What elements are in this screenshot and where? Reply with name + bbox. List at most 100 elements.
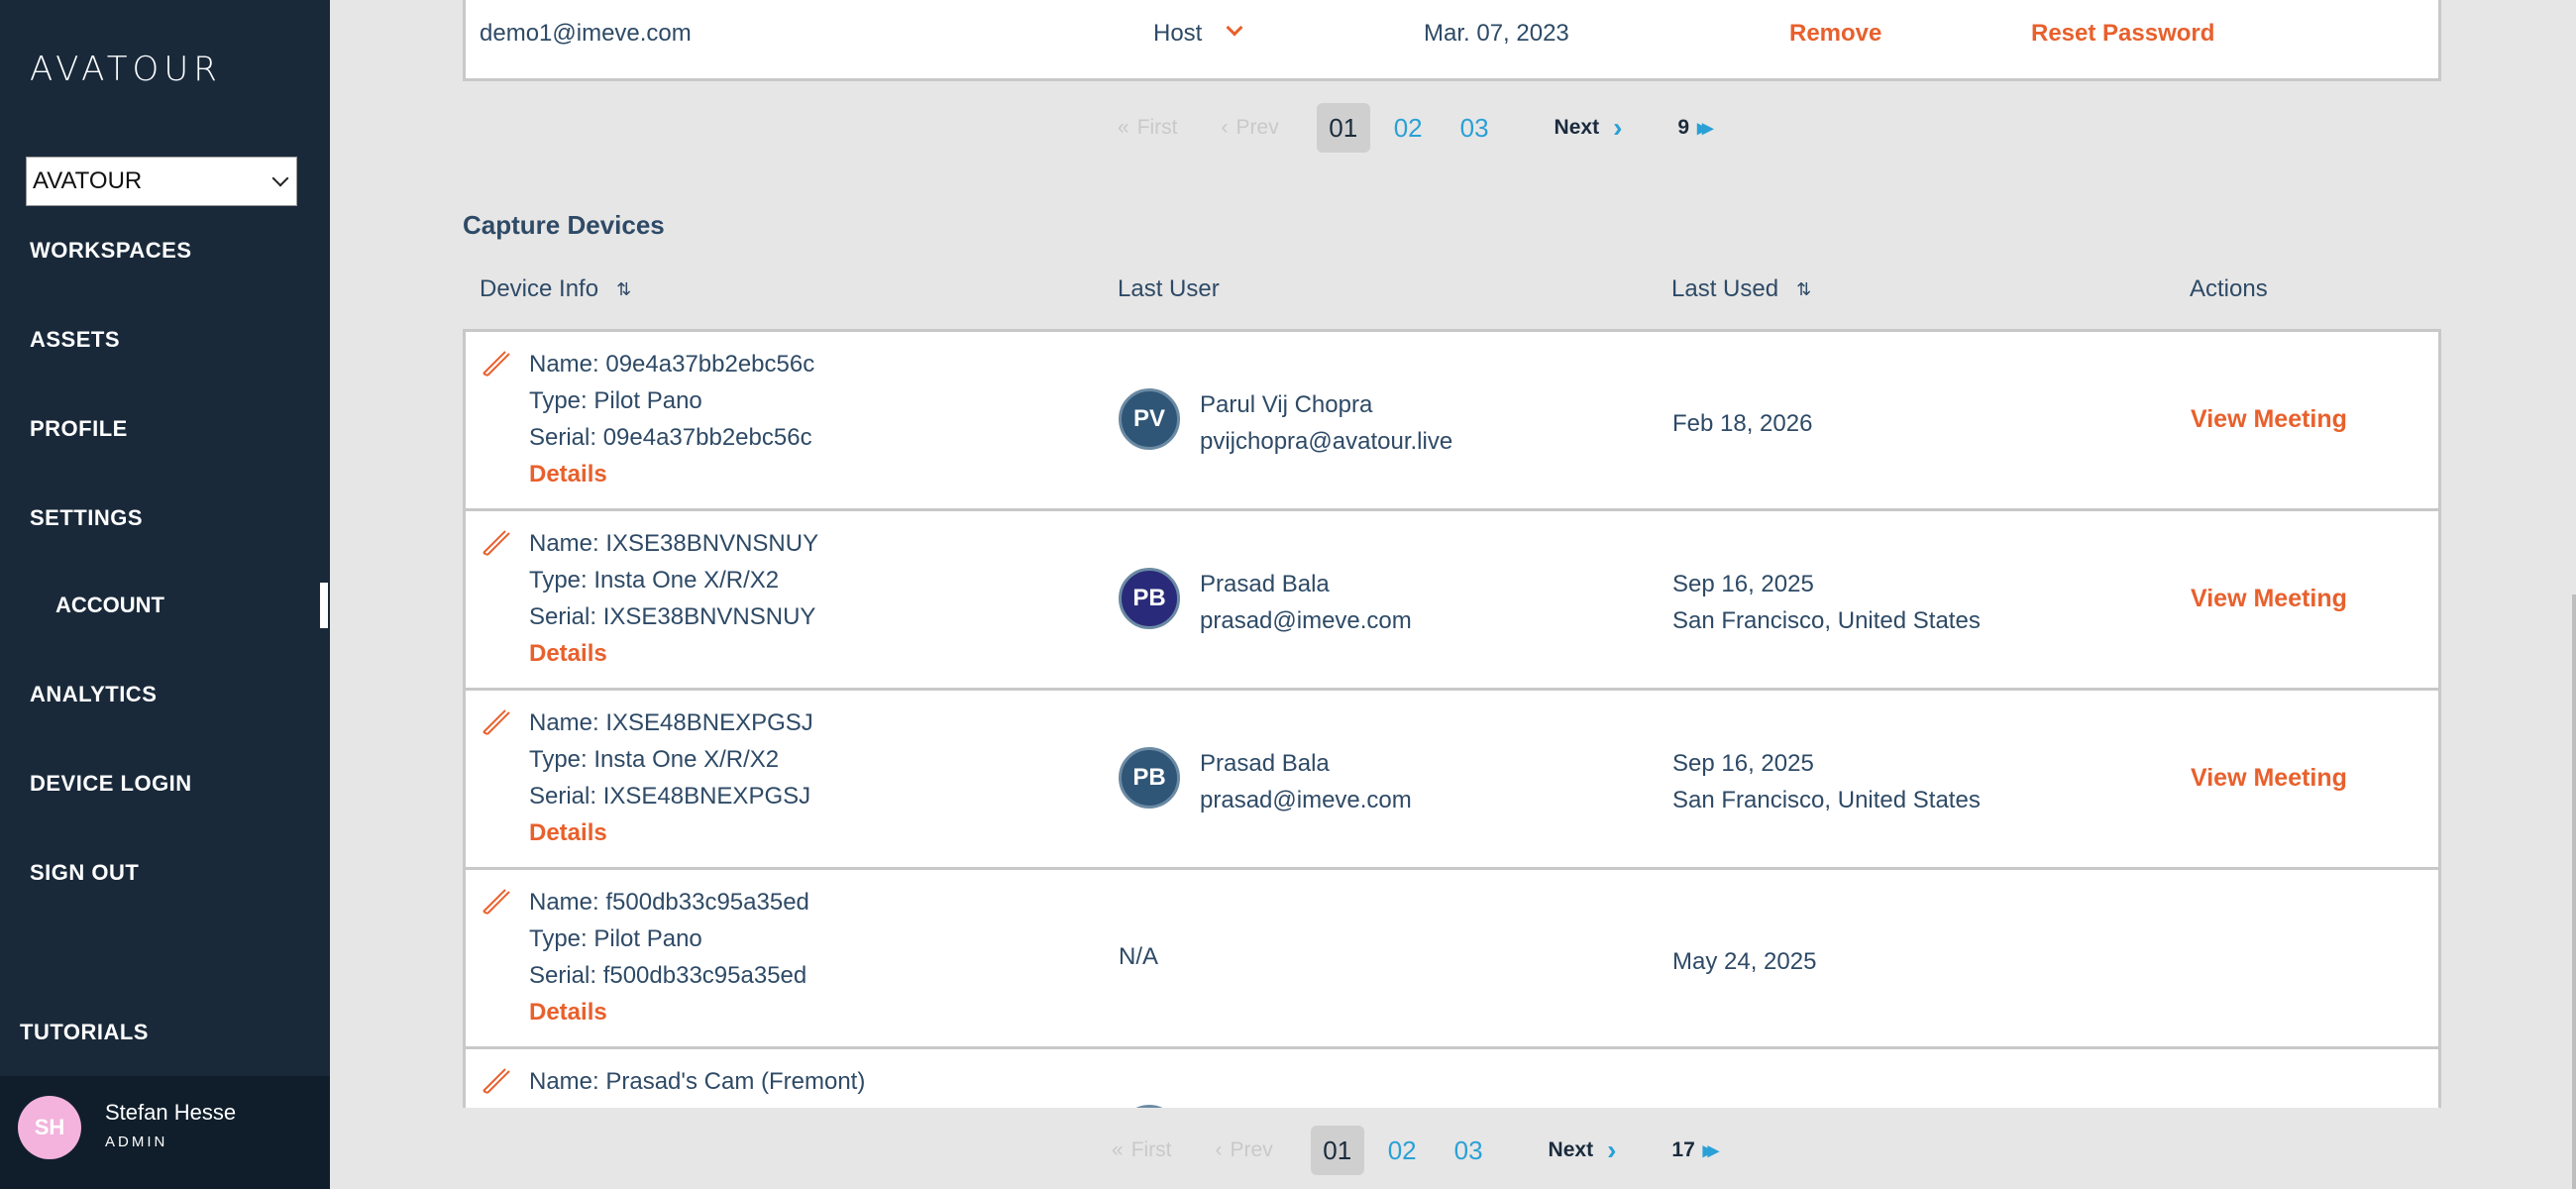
organization-select-value: AVATOUR [33, 167, 143, 194]
avatar: PB [1119, 568, 1180, 629]
details-link[interactable]: Details [529, 994, 809, 1030]
first-page-button[interactable]: « First [1118, 116, 1178, 140]
logo-text: AVATOUR [30, 50, 222, 89]
user-profile-box[interactable]: SH Stefan Hesse ADMIN [0, 1076, 330, 1189]
details-link[interactable]: Details [529, 456, 814, 492]
page-02[interactable]: 02 [1388, 1135, 1417, 1166]
last-user-email: prasad@imeve.com [1200, 607, 1412, 634]
last-user-name: Prasad Bala [1200, 571, 1330, 597]
last-user: Parul Vij Chopra pvijchopra@avatour.live [1200, 386, 1452, 460]
last-user-na: N/A [1119, 943, 1159, 970]
member-email: demo1@imeve.com [480, 20, 692, 47]
nav-settings[interactable]: SETTINGS [30, 505, 143, 531]
active-indicator [320, 583, 328, 628]
pencil-icon[interactable] [480, 704, 511, 736]
last-used-date: May 24, 2025 [1672, 948, 1817, 975]
view-meeting-link[interactable]: View Meeting [2191, 764, 2347, 793]
nav-analytics[interactable]: ANALYTICS [30, 682, 157, 707]
capture-devices-list: Name: 09e4a37bb2ebc56c Type: Pilot Pano … [463, 329, 2441, 1108]
sort-icon[interactable]: ⇅ [616, 279, 631, 300]
last-used-location: San Francisco, United States [1672, 607, 1981, 634]
page-01[interactable]: 01 [1316, 103, 1370, 153]
last-used-date: Sep 16, 2025 [1672, 571, 1814, 597]
device-serial: Serial: IXSE38BNVNSNUY [529, 603, 816, 630]
prev-label: Prev [1230, 1138, 1273, 1161]
device-name: Name: Prasad's Cam (Fremont) [529, 1068, 866, 1095]
device-name: Name: 09e4a37bb2ebc56c [529, 351, 815, 378]
prev-page-button[interactable]: ‹ Prev [1222, 116, 1279, 140]
avatour-logo[interactable]: AVATOUR [30, 50, 222, 89]
last-page-button[interactable]: 17 ▸▸ [1671, 1137, 1719, 1163]
table-row: Name: IXSE38BNVNSNUY Type: Insta One X/R… [466, 511, 2438, 691]
sort-icon[interactable]: ⇅ [1796, 279, 1811, 300]
page-03[interactable]: 03 [1454, 1135, 1483, 1166]
nav-sign-out[interactable]: SIGN OUT [30, 860, 139, 886]
view-meeting-link[interactable]: View Meeting [2191, 585, 2347, 613]
member-date: Mar. 07, 2023 [1424, 20, 1569, 47]
remove-link[interactable]: Remove [1789, 20, 1881, 48]
double-chevron-left-icon: « [1118, 116, 1129, 139]
last-page-button[interactable]: 9 ▸▸ [1677, 115, 1713, 141]
double-chevron-left-icon: « [1112, 1138, 1124, 1161]
pencil-icon[interactable] [480, 525, 511, 557]
double-chevron-right-icon: ▸▸ [1702, 1137, 1719, 1162]
last-used: Sep 16, 2025 San Francisco, United State… [1672, 566, 1981, 639]
device-serial: Serial: f500db33c95a35ed [529, 962, 807, 989]
pencil-icon[interactable] [480, 346, 511, 378]
device-type: Type: Pilot Pano [529, 925, 702, 952]
first-label: First [1130, 1138, 1172, 1161]
last-user: Prasad Bala prasad@imeve.com [1200, 566, 1412, 639]
nav-workspaces[interactable]: WORKSPACES [30, 238, 192, 264]
page-01[interactable]: 01 [1310, 1126, 1364, 1175]
column-actions-label: Actions [2190, 275, 2268, 302]
next-page-button[interactable]: Next › [1549, 1135, 1617, 1166]
next-page-button[interactable]: Next › [1555, 112, 1623, 144]
device-type: Type: Insta One X/R/X2 [529, 746, 780, 773]
pencil-icon[interactable] [480, 1063, 511, 1095]
table-row: Name: f500db33c95a35ed Type: Pilot Pano … [466, 870, 2438, 1049]
view-meeting-link[interactable]: View Meeting [2191, 405, 2347, 434]
last-user-email: pvijchopra@avatour.live [1200, 428, 1453, 455]
sidebar: AVATOUR AVATOUR WORKSPACES ASSETS PROFIL… [0, 0, 330, 1189]
table-row: Name: IXSE48BNEXPGSJ Type: Insta One X/R… [466, 691, 2438, 870]
nav-tutorials[interactable]: TUTORIALS [20, 1020, 149, 1045]
table-row: Name: 09e4a37bb2ebc56c Type: Pilot Pano … [466, 332, 2438, 511]
nav-device-login[interactable]: DEVICE LOGIN [30, 771, 192, 797]
chevron-left-icon: ‹ [1221, 116, 1229, 139]
reset-password-link[interactable]: Reset Password [2031, 20, 2214, 48]
page-03[interactable]: 03 [1460, 113, 1489, 144]
prev-page-button[interactable]: ‹ Prev [1216, 1138, 1273, 1162]
pagination-bottom: « First ‹ Prev 01 02 03 Next › 17 ▸▸ [1112, 1126, 1719, 1175]
column-actions: Actions [2190, 275, 2268, 303]
details-link[interactable]: Details [529, 635, 818, 672]
avatar [1119, 1105, 1180, 1108]
column-last-user: Last User [1118, 275, 1220, 303]
chevron-right-icon: › [1613, 112, 1623, 143]
nav-profile[interactable]: PROFILE [30, 416, 128, 442]
device-type: Type: Pilot Pano [529, 1100, 865, 1108]
next-label: Next [1554, 116, 1600, 139]
page-scrollbar[interactable] [2572, 594, 2576, 1189]
member-role-select[interactable]: Host [1153, 20, 1202, 48]
last-user: Prasad Bala prasad@imeve.com [1200, 745, 1412, 818]
chevron-left-icon: ‹ [1215, 1138, 1223, 1161]
column-last-user-label: Last User [1118, 275, 1220, 302]
first-page-button[interactable]: « First [1112, 1138, 1172, 1162]
nav-assets[interactable]: ASSETS [30, 327, 120, 353]
page-02[interactable]: 02 [1394, 113, 1423, 144]
column-device-info[interactable]: Device Info ⇅ [480, 275, 631, 303]
pencil-icon[interactable] [480, 884, 511, 916]
last-used-location: San Francisco, United States [1672, 787, 1981, 813]
device-info: Name: IXSE38BNVNSNUY Type: Insta One X/R… [529, 525, 818, 672]
device-name: Name: IXSE48BNEXPGSJ [529, 709, 813, 736]
column-last-used[interactable]: Last Used ⇅ [1671, 275, 1811, 303]
next-label: Next [1548, 1138, 1594, 1161]
nav-account[interactable]: ACCOUNT [0, 575, 330, 634]
user-role: ADMIN [105, 1134, 168, 1150]
details-link[interactable]: Details [529, 814, 813, 851]
last-user-name: Parul Vij Chopra [1200, 391, 1373, 418]
organization-select[interactable]: AVATOUR [26, 157, 297, 206]
last-used-date: Sep 16, 2025 [1672, 750, 1814, 777]
column-device-info-label: Device Info [480, 275, 599, 302]
last-user-email: prasad@imeve.com [1200, 787, 1412, 813]
